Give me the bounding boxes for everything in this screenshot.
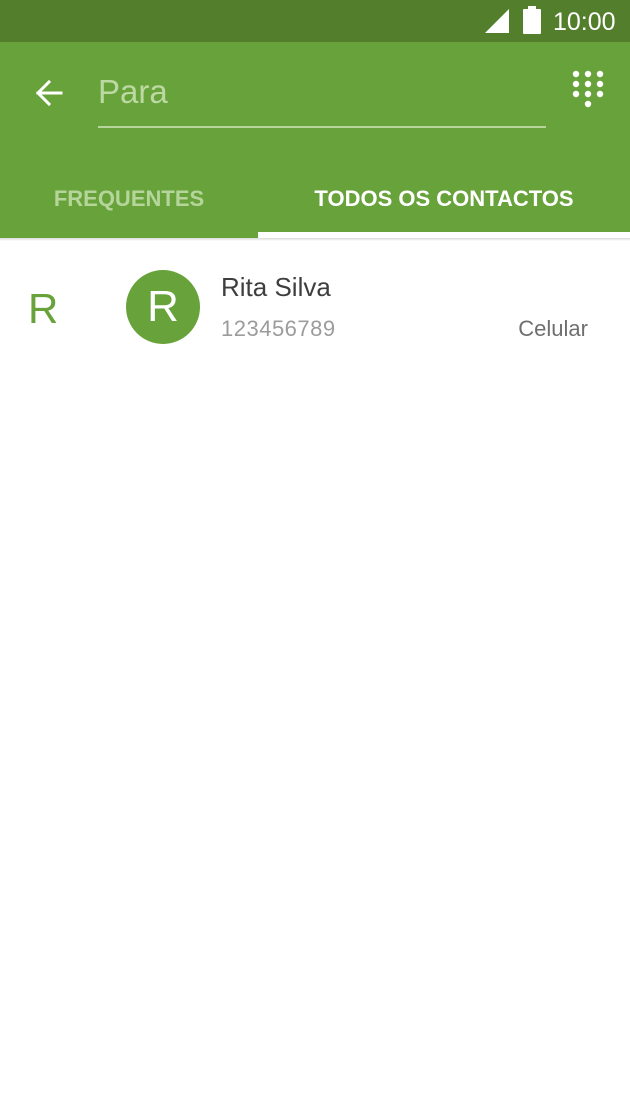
contact-number: 123456789 bbox=[221, 316, 336, 341]
status-clock: 10:00 bbox=[553, 8, 616, 36]
recipient-search-input[interactable] bbox=[98, 68, 546, 116]
contact-name: Rita Silva bbox=[221, 272, 331, 302]
back-button[interactable] bbox=[24, 68, 74, 118]
status-bar: 10:00 bbox=[0, 0, 630, 42]
arrow-left-icon bbox=[35, 79, 63, 107]
tab-all-contacts[interactable]: TODOS OS CONTACTOS bbox=[258, 160, 630, 238]
app-bar-shadow bbox=[0, 238, 630, 241]
input-underline bbox=[98, 126, 546, 128]
dialpad-button[interactable] bbox=[566, 66, 610, 116]
contact-number-type: Celular bbox=[518, 316, 588, 341]
section-index-letter: R bbox=[28, 285, 59, 332]
cell-signal-icon bbox=[485, 9, 509, 33]
avatar: R bbox=[126, 270, 200, 344]
app-bar: FREQUENTES TODOS OS CONTACTOS bbox=[0, 42, 630, 238]
contact-list-item[interactable]: R Rita Silva 123456789 Celular bbox=[110, 254, 630, 360]
tab-frequent[interactable]: FREQUENTES bbox=[0, 160, 258, 238]
battery-icon bbox=[523, 6, 541, 34]
dialpad-icon bbox=[572, 70, 604, 108]
